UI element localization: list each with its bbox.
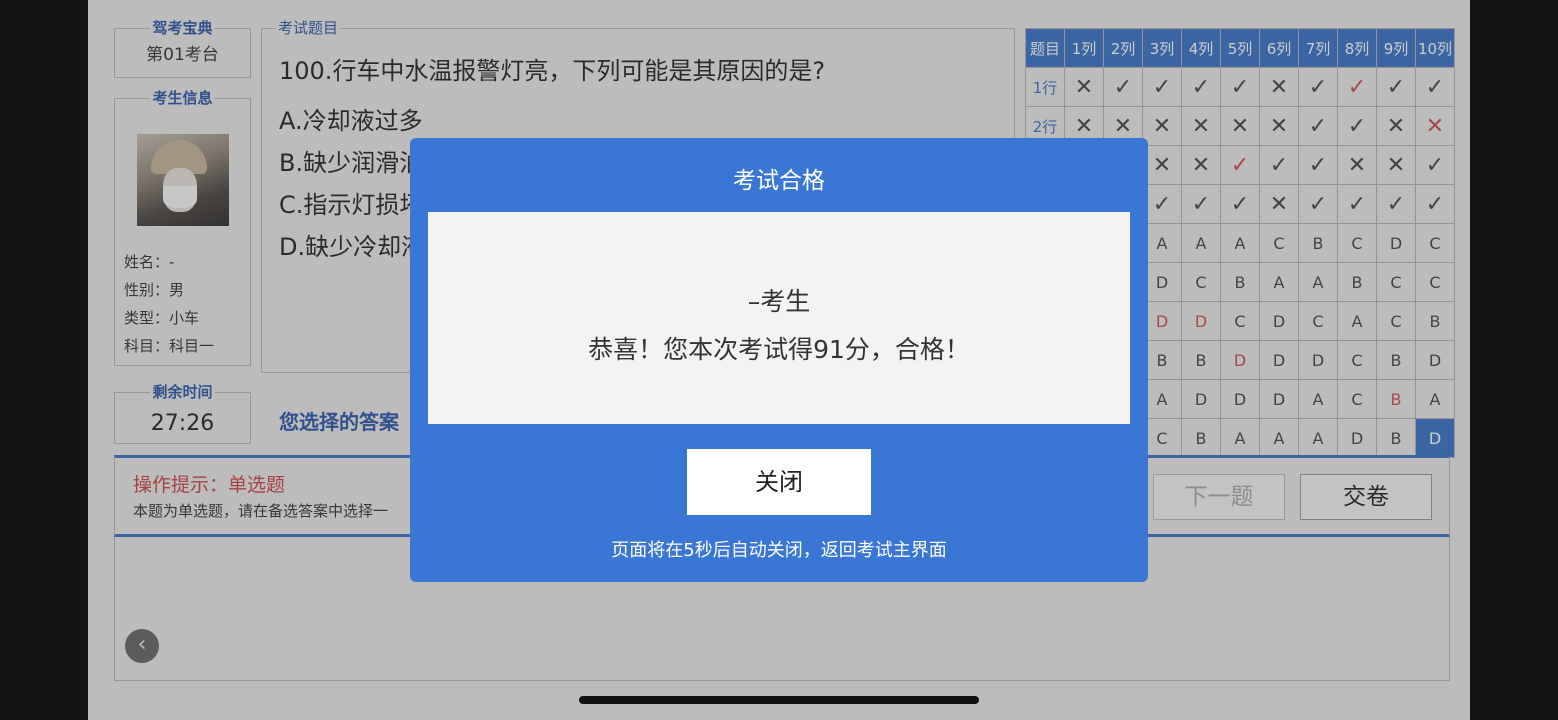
dialog-message: 恭喜！您本次考试得91分，合格！ <box>588 335 970 364</box>
result-dialog: 考试合格 –考生 恭喜！您本次考试得91分，合格！ 关闭 页面将在5秒后自动关闭… <box>410 138 1148 582</box>
auto-close-note: 页面将在5秒后自动关闭，返回考试主界面 <box>611 540 947 561</box>
dialog-title: 考试合格 <box>733 168 825 194</box>
home-indicator[interactable] <box>579 696 979 704</box>
dialog-candidate-name: –考生 <box>747 287 811 316</box>
dialog-body: –考生 恭喜！您本次考试得91分，合格！ <box>428 212 1130 424</box>
close-button[interactable]: 关闭 <box>687 449 871 515</box>
